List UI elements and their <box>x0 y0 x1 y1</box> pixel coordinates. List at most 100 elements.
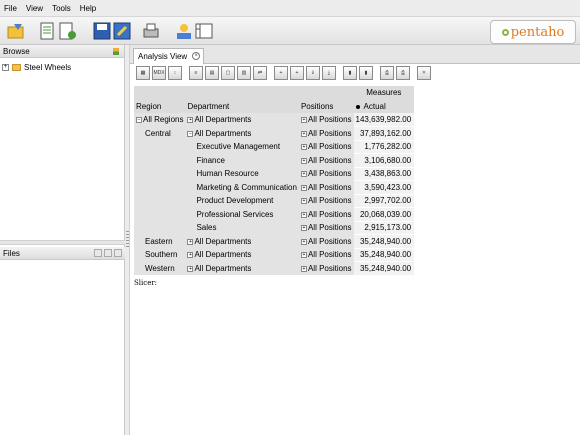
close-tab-icon[interactable]: × <box>192 52 201 60</box>
collapse-icon[interactable]: − <box>187 130 194 137</box>
positions-cell[interactable]: + All Positions <box>298 113 354 127</box>
expand-icon[interactable]: + <box>300 252 307 259</box>
department-cell[interactable]: + All Departments <box>185 261 299 275</box>
drill-through-icon[interactable]: ⤓ <box>322 66 336 80</box>
expand-icon[interactable]: + <box>300 144 307 151</box>
cube-navigator-icon[interactable]: ▦ <box>136 66 150 80</box>
positions-cell[interactable]: + All Positions <box>298 126 354 140</box>
department-cell[interactable]: + All Departments <box>185 113 299 127</box>
region-cell[interactable]: − All Regions <box>134 113 186 127</box>
expand-icon[interactable]: + <box>300 265 307 272</box>
menu-tools[interactable]: Tools <box>52 4 71 13</box>
vertical-splitter[interactable] <box>125 45 130 435</box>
department-cell[interactable]: + All Departments <box>185 248 299 262</box>
region-cell[interactable]: Southern <box>134 248 186 262</box>
expand-icon[interactable]: + <box>300 130 307 137</box>
positions-cell[interactable]: + All Positions <box>298 140 354 154</box>
swap-axes-icon[interactable]: ⇄ <box>253 66 267 80</box>
department-label: Human Resource <box>196 169 259 179</box>
expand-icon[interactable]: + <box>187 117 194 124</box>
new-analysis-icon[interactable] <box>58 21 78 41</box>
department-cell[interactable]: Executive Management <box>185 140 299 154</box>
suppress-empty-icon[interactable]: ▥ <box>237 66 251 80</box>
tree-item-steel-wheels[interactable]: + Steel Wheels <box>0 61 124 73</box>
region-cell[interactable] <box>134 207 186 221</box>
positions-cell[interactable]: + All Positions <box>298 180 354 194</box>
expand-icon[interactable]: + <box>300 238 307 245</box>
show-chart-icon[interactable]: ▮ <box>343 66 357 80</box>
region-cell[interactable]: Central <box>134 126 186 140</box>
print-pdf-icon[interactable]: ⎙ <box>396 66 410 80</box>
menu-view[interactable]: View <box>26 4 43 13</box>
region-cell[interactable]: Eastern <box>134 234 186 248</box>
expand-icon[interactable]: + <box>300 171 307 178</box>
new-report-icon[interactable] <box>38 21 58 41</box>
drill-member-icon[interactable]: + <box>274 66 288 80</box>
menu-file[interactable]: File <box>4 4 17 13</box>
menu-help[interactable]: Help <box>80 4 96 13</box>
region-cell[interactable] <box>134 153 186 167</box>
collapse-icon[interactable]: − <box>136 117 142 124</box>
department-label: Professional Services <box>196 209 274 219</box>
pane-splitter[interactable] <box>0 240 125 245</box>
positions-label: All Positions <box>307 209 352 219</box>
workspace-icon[interactable] <box>194 21 214 41</box>
print-config-icon[interactable]: ⎙ <box>380 66 394 80</box>
department-cell[interactable]: + All Departments <box>185 234 299 248</box>
region-cell[interactable] <box>134 221 186 235</box>
expand-icon[interactable]: + <box>300 184 307 191</box>
files-delete-icon[interactable] <box>114 249 122 257</box>
positions-cell[interactable]: + All Positions <box>298 221 354 235</box>
region-cell[interactable] <box>134 140 186 154</box>
show-properties-icon[interactable]: ▢ <box>221 66 235 80</box>
browse-pin-icon[interactable] <box>113 48 119 55</box>
expand-icon[interactable]: + <box>187 238 194 245</box>
expand-icon[interactable]: + <box>187 252 194 259</box>
show-parents-icon[interactable]: ≡ <box>189 66 203 80</box>
expand-icon[interactable]: + <box>300 198 307 205</box>
expand-icon[interactable]: + <box>300 211 307 218</box>
print-icon[interactable] <box>141 21 161 41</box>
region-cell[interactable] <box>134 194 186 208</box>
sort-icon[interactable]: ↕ <box>168 66 182 80</box>
department-cell[interactable]: Professional Services <box>185 207 299 221</box>
region-cell[interactable] <box>134 167 186 181</box>
tab-analysis-view[interactable]: Analysis View × <box>133 48 205 64</box>
user-icon[interactable] <box>174 21 194 41</box>
export-excel-icon[interactable]: ✕ <box>417 66 431 80</box>
positions-cell[interactable]: + All Positions <box>298 248 354 262</box>
mdx-button[interactable]: MDX <box>152 66 166 80</box>
positions-cell[interactable]: + All Positions <box>298 194 354 208</box>
department-cell[interactable]: − All Departments <box>185 126 299 140</box>
files-new-icon[interactable] <box>94 249 102 257</box>
expand-icon[interactable]: + <box>300 117 307 124</box>
chart-config-icon[interactable]: ▮ <box>359 66 373 80</box>
region-cell[interactable] <box>134 180 186 194</box>
hide-spans-icon[interactable]: ▤ <box>205 66 219 80</box>
files-edit-icon[interactable] <box>104 249 112 257</box>
expand-icon[interactable]: + <box>2 63 9 71</box>
expand-icon[interactable]: + <box>300 157 307 164</box>
open-folder-icon[interactable] <box>6 21 26 41</box>
department-cell[interactable]: Marketing & Communication <box>185 180 299 194</box>
save-icon[interactable] <box>92 21 112 41</box>
department-cell[interactable]: Product Development <box>185 194 299 208</box>
drill-position-icon[interactable]: + <box>290 66 304 80</box>
positions-cell[interactable]: + All Positions <box>298 153 354 167</box>
expand-icon[interactable]: + <box>187 265 194 272</box>
actual-header-label: Actual <box>363 101 386 111</box>
actual-value-cell: 2,997,702.00 <box>353 194 415 208</box>
drill-replace-icon[interactable]: ⇓ <box>306 66 320 80</box>
positions-cell[interactable]: + All Positions <box>298 234 354 248</box>
department-cell[interactable]: Sales <box>185 221 299 235</box>
splitter-grip-icon[interactable] <box>126 231 129 249</box>
positions-cell[interactable]: + All Positions <box>298 261 354 275</box>
department-cell[interactable]: Finance <box>185 153 299 167</box>
region-cell[interactable]: Western <box>134 261 186 275</box>
edit-icon[interactable] <box>112 21 132 41</box>
department-cell[interactable]: Human Resource <box>185 167 299 181</box>
expand-icon[interactable]: + <box>300 225 307 232</box>
actual-header[interactable]: Actual <box>353 99 415 113</box>
positions-cell[interactable]: + All Positions <box>298 207 354 221</box>
positions-cell[interactable]: + All Positions <box>298 167 354 181</box>
